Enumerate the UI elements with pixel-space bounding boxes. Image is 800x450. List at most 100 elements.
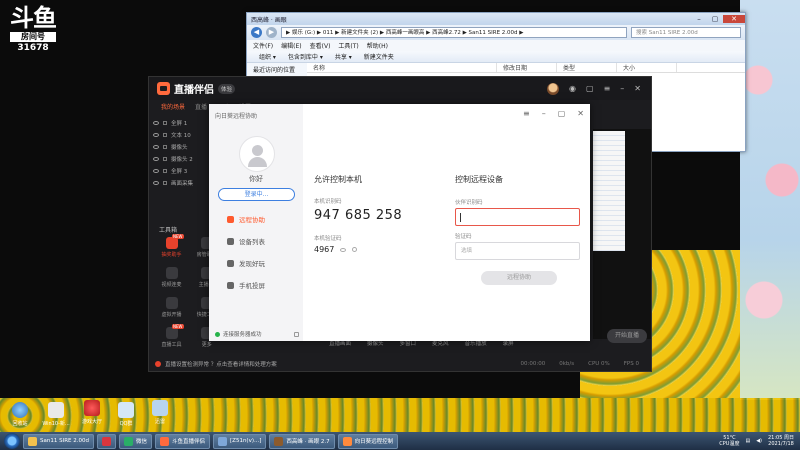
window-icon[interactable]: ▢: [586, 84, 594, 93]
close-icon[interactable]: ✕: [723, 15, 745, 23]
nav-remote-assist[interactable]: 远程协助: [227, 214, 265, 224]
douyu-watermark: 斗鱼 房间号 31678: [10, 5, 60, 53]
dialog-window-controls: ≡ – ▢ ✕: [523, 109, 584, 118]
tool-virtual[interactable]: 虚拟开播: [155, 297, 188, 318]
desktop-icon-qq[interactable]: QQ群: [108, 402, 144, 427]
eye-icon[interactable]: [153, 133, 159, 137]
desktop-icon-doc[interactable]: Win10-新...: [38, 402, 74, 427]
lock-icon[interactable]: [163, 157, 167, 161]
start-button[interactable]: [4, 433, 20, 449]
task-sunlogin[interactable]: 向日葵远程控制: [337, 433, 399, 449]
app-titlebar[interactable]: 直播伴侣 体验 ◉ ▢ ≡ – ✕: [149, 77, 651, 100]
menu-help[interactable]: 帮助(H): [367, 41, 388, 50]
scene-item[interactable]: 摄像头: [153, 141, 209, 153]
column-type[interactable]: 类型: [557, 63, 617, 72]
desktop-icon-recycle[interactable]: 回收站: [2, 402, 38, 427]
tool-live-tools[interactable]: NEW 直播工具: [155, 324, 188, 348]
lock-icon[interactable]: [163, 169, 167, 173]
forward-icon[interactable]: ▶: [266, 27, 277, 38]
server-status: 连接服务器成功: [215, 330, 299, 338]
close-icon[interactable]: ✕: [634, 84, 641, 93]
network-icon[interactable]: ▤: [745, 438, 750, 444]
task-wechat[interactable]: 微信: [119, 433, 153, 449]
share-button[interactable]: 共享 ▾: [335, 52, 352, 61]
scene-item[interactable]: 全屏 1: [153, 117, 209, 129]
sidebar-item-recent[interactable]: 最近访问的位置: [253, 67, 295, 74]
column-size[interactable]: 大小: [617, 63, 677, 72]
app-name: 直播伴侣: [174, 85, 214, 96]
notepad-icon: [218, 436, 228, 446]
scene-list: 全屏 1 文本 10 摄像头 摄像头 2 全屏 3 画面采集: [153, 117, 209, 189]
control-remote-title: 控制远程设备: [455, 175, 503, 184]
explorer-search-input[interactable]: 搜索 San11 SIRE 2.00d: [631, 27, 741, 38]
lock-icon[interactable]: [294, 331, 299, 337]
back-icon[interactable]: ◀: [251, 27, 262, 38]
eye-icon[interactable]: [340, 247, 347, 252]
task-game[interactable]: 西高峰 · 画眼 2.7: [269, 433, 335, 449]
volume-icon[interactable]: ◀): [756, 438, 762, 444]
explorer-titlebar[interactable]: 西高峰 · 画眼 – ▢ ✕: [247, 13, 745, 25]
organize-button[interactable]: 组织 ▾: [259, 52, 276, 61]
nav-device-list[interactable]: 设备列表: [227, 236, 265, 246]
local-code-value: 4967: [314, 245, 335, 254]
tab-live[interactable]: 直播: [195, 102, 207, 111]
tool-video-link[interactable]: 视频连麦: [155, 267, 188, 288]
menu-file[interactable]: 文件(F): [253, 41, 273, 50]
desktop-icon-thunder[interactable]: 迅雷: [142, 400, 178, 425]
gift-icon: NEW: [165, 234, 184, 249]
address-path[interactable]: ▶ 娱乐 (G:) ▶ 011 ▶ 新建文件夹 (2) ▶ 西高峰一画眼高 ▶ …: [281, 27, 627, 38]
status-message[interactable]: 直播设置检测异常 ？点击查看详情和处理方案: [165, 360, 277, 368]
tool-lottery[interactable]: NEW 抽奖助手: [155, 234, 188, 258]
user-avatar[interactable]: [547, 82, 560, 95]
maximize-icon[interactable]: ▢: [707, 15, 723, 23]
nav-discover[interactable]: 发现好玩: [227, 258, 265, 268]
eye-icon[interactable]: [153, 145, 159, 149]
task-live-companion[interactable]: 斗鱼直播伴侣: [155, 433, 211, 449]
include-library-button[interactable]: 包含到库中 ▾: [288, 52, 323, 61]
new-folder-button[interactable]: 新建文件夹: [364, 52, 394, 61]
menu-icon[interactable]: ≡: [604, 84, 611, 93]
nav-phone-cast[interactable]: 手机投屏: [227, 280, 265, 290]
tab-scenes[interactable]: 我的场景: [161, 102, 185, 111]
task-notepad[interactable]: [Z51n(v)...]: [213, 433, 267, 449]
lock-icon[interactable]: [163, 121, 167, 125]
wrench-icon: NEW: [165, 324, 184, 339]
minimize-icon[interactable]: –: [542, 109, 546, 118]
minimize-icon[interactable]: –: [620, 84, 624, 93]
close-icon[interactable]: ✕: [577, 109, 584, 118]
maximize-icon[interactable]: ▢: [558, 109, 566, 118]
scene-item[interactable]: 画面采集: [153, 177, 209, 189]
task-red-app[interactable]: [97, 433, 116, 449]
start-live-button[interactable]: 开始直播: [607, 329, 647, 343]
fps: FPS 0: [623, 361, 639, 367]
remote-assist-button[interactable]: 远程协助: [481, 271, 557, 285]
task-explorer[interactable]: San11 SIRE 2.00d: [23, 433, 94, 449]
column-name[interactable]: 名称: [307, 63, 497, 72]
lock-icon[interactable]: [163, 181, 167, 185]
menu-edit[interactable]: 编辑(E): [281, 41, 301, 50]
clock[interactable]: 21:05 周日 2021/7/18: [768, 435, 794, 447]
cpu-temp[interactable]: 51°C CPU温度: [719, 435, 739, 447]
partner-id-input[interactable]: [455, 208, 580, 226]
verify-code-input[interactable]: 选填: [455, 242, 580, 260]
user-avatar-placeholder[interactable]: [239, 136, 275, 172]
lock-icon[interactable]: [163, 133, 167, 137]
eye-icon[interactable]: [153, 121, 159, 125]
eye-icon[interactable]: [153, 157, 159, 161]
column-date[interactable]: 修改日期: [497, 63, 557, 72]
menu-icon[interactable]: ≡: [523, 109, 530, 118]
menu-tools[interactable]: 工具(T): [338, 41, 358, 50]
record-icon[interactable]: ◉: [569, 84, 576, 93]
scene-item[interactable]: 全屏 3: [153, 165, 209, 177]
lock-icon[interactable]: [163, 145, 167, 149]
minimize-icon[interactable]: –: [691, 15, 707, 23]
scene-item[interactable]: 文本 10: [153, 129, 209, 141]
desktop-icon-game[interactable]: 游戏大厅: [74, 400, 110, 425]
eye-icon[interactable]: [153, 181, 159, 185]
menu-view[interactable]: 查看(V): [310, 41, 331, 50]
refresh-icon[interactable]: [352, 247, 358, 252]
login-button[interactable]: 登录中...: [218, 188, 295, 201]
eye-icon[interactable]: [153, 169, 159, 173]
scene-item[interactable]: 摄像头 2: [153, 153, 209, 165]
douyu-logo: 斗鱼: [10, 4, 57, 32]
